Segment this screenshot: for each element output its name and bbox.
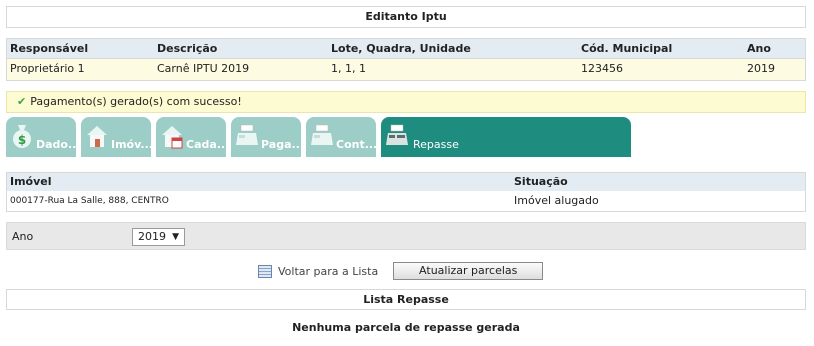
header-responsavel: Responsável: [10, 42, 89, 55]
back-to-list-link[interactable]: Voltar para a Lista: [278, 265, 378, 278]
cash-register-icon: [311, 124, 333, 145]
tab-pagamento[interactable]: Paga...: [231, 117, 301, 157]
header-imovel: Imóvel: [10, 175, 52, 188]
cell-ano: 2019: [747, 62, 775, 75]
header-lote-quadra-unidade: Lote, Quadra, Unidade: [331, 42, 471, 55]
page-title: Editanto Iptu: [6, 6, 806, 28]
cell-responsavel: Proprietário 1: [10, 62, 85, 75]
house-icon: [87, 126, 107, 147]
tab-cadastro[interactable]: Cada...: [156, 117, 226, 157]
imovel-table: Imóvel Situação 000177-Rua La Salle, 888…: [6, 172, 806, 212]
empty-list-message: Nenhuma parcela de repasse gerada: [292, 321, 520, 334]
check-icon: ✔: [17, 95, 27, 108]
tab-label: Dado...: [36, 138, 76, 151]
year-label: Ano: [12, 230, 34, 243]
info-table-header: Responsável Descrição Lote, Quadra, Unid…: [7, 39, 805, 59]
header-cod-municipal: Cód. Municipal: [581, 42, 673, 55]
tab-label: Cada...: [186, 138, 226, 151]
list-icon[interactable]: [258, 264, 272, 278]
year-filter-panel: Ano 2019 ▼: [6, 222, 806, 250]
header-situacao: Situação: [514, 175, 568, 188]
house-calendar-icon: [162, 126, 183, 149]
tab-label: Cont...: [336, 138, 376, 151]
money-bag-icon: $: [13, 125, 31, 148]
tab-contabil[interactable]: Cont...: [306, 117, 376, 157]
tab-label: Imóv...: [111, 138, 151, 151]
chevron-down-icon: ▼: [172, 232, 179, 242]
list-title: Lista Repasse: [6, 289, 806, 310]
actions-bar: Voltar para a Lista Atualizar parcelas: [258, 262, 544, 280]
cell-lote-quadra-unidade: 1, 1, 1: [331, 62, 366, 75]
tab-bar: $ Dado... Imóv... Cada... Paga...: [6, 117, 636, 157]
year-select[interactable]: 2019 ▼: [132, 228, 185, 246]
update-installments-button[interactable]: Atualizar parcelas: [393, 262, 544, 280]
success-message-text: Pagamento(s) gerado(s) com sucesso!: [30, 95, 242, 108]
success-message: ✔ Pagamento(s) gerado(s) com sucesso!: [6, 91, 806, 113]
tab-repasse[interactable]: Repasse: [381, 117, 631, 157]
cell-imovel: 000177-Rua La Salle, 888, CENTRO: [10, 196, 169, 206]
svg-text:$: $: [18, 133, 26, 147]
cash-register-icon: [236, 124, 258, 145]
tab-imovel[interactable]: Imóv...: [81, 117, 151, 157]
tab-dados[interactable]: $ Dado...: [6, 117, 76, 157]
header-ano: Ano: [747, 42, 771, 55]
table-row: 000177-Rua La Salle, 888, CENTRO Imóvel …: [7, 191, 805, 211]
cash-register-icon: [386, 124, 408, 145]
imovel-table-header: Imóvel Situação: [7, 173, 805, 191]
tab-label: Paga...: [261, 138, 301, 151]
tab-label: Repasse: [413, 138, 459, 151]
cell-cod-municipal: 123456: [581, 62, 623, 75]
iptu-info-table: Responsável Descrição Lote, Quadra, Unid…: [6, 38, 806, 81]
cell-situacao: Imóvel alugado: [514, 194, 599, 207]
cell-descricao: Carnê IPTU 2019: [157, 62, 250, 75]
header-descricao: Descrição: [157, 42, 218, 55]
table-row: Proprietário 1 Carnê IPTU 2019 1, 1, 1 1…: [7, 59, 805, 80]
year-select-value: 2019: [138, 230, 166, 243]
